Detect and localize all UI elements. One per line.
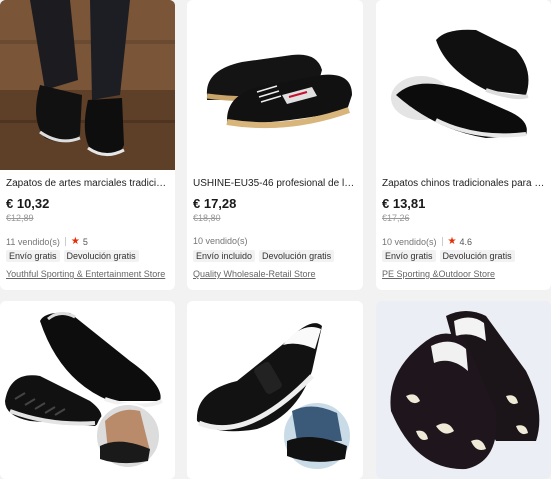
product-photo	[376, 301, 551, 479]
product-card[interactable]: Zapatos de artes marciales tradicionales…	[0, 0, 175, 290]
sales-rating-row: 10 vendido(s) ★ 4.6	[382, 236, 472, 247]
return-tag: Devolución gratis	[259, 250, 335, 262]
product-image[interactable]	[0, 301, 175, 479]
tag-row: Envío gratis Devolución gratis	[6, 250, 139, 262]
product-grid: Zapatos de artes marciales tradicionales…	[0, 0, 551, 479]
product-title[interactable]: USHINE-EU35-46 profesional de lona	[193, 178, 357, 190]
product-photo	[0, 0, 175, 170]
product-title[interactable]: Zapatos de artes marciales tradicionales	[6, 178, 169, 190]
product-original-price: €12,89	[6, 213, 34, 223]
product-image[interactable]	[187, 0, 363, 170]
product-image[interactable]	[0, 0, 175, 170]
store-link[interactable]: PE Sporting &Outdoor Store	[382, 269, 545, 279]
sales-rating-row: 10 vendido(s)	[193, 236, 248, 246]
product-card[interactable]	[187, 301, 363, 479]
store-link[interactable]: Quality Wholesale-Retail Store	[193, 269, 357, 279]
product-price: € 13,81	[382, 196, 426, 211]
star-icon: ★	[447, 236, 457, 247]
divider	[64, 237, 66, 246]
sales-rating-row: 11 vendido(s) ★ 5	[6, 236, 88, 247]
product-photo	[376, 0, 551, 170]
product-image[interactable]	[187, 301, 363, 479]
shipping-tag: Envío gratis	[382, 250, 436, 262]
product-original-price: €18,80	[193, 213, 221, 223]
tag-row: Envío incluido Devolución gratis	[193, 250, 335, 262]
product-card[interactable]	[0, 301, 175, 479]
product-photo	[187, 301, 363, 479]
shipping-tag: Envío incluido	[193, 250, 256, 262]
sold-count: 10 vendido(s)	[193, 236, 248, 246]
return-tag: Devolución gratis	[63, 250, 139, 262]
return-tag: Devolución gratis	[439, 250, 515, 262]
store-link[interactable]: Youthful Sporting & Entertainment Store	[6, 269, 169, 279]
product-photo	[0, 301, 175, 479]
tag-row: Envío gratis Devolución gratis	[382, 250, 515, 262]
shipping-tag: Envío gratis	[6, 250, 60, 262]
product-card[interactable]	[376, 301, 551, 479]
rating-value: 5	[82, 236, 88, 247]
product-card[interactable]: USHINE-EU35-46 profesional de lona € 17,…	[187, 0, 363, 290]
product-image[interactable]	[376, 0, 551, 170]
rating-value: 4.6	[459, 236, 473, 247]
sold-count: 10 vendido(s)	[382, 236, 437, 247]
product-price: € 10,32	[6, 196, 50, 211]
product-price: € 17,28	[193, 196, 237, 211]
product-title[interactable]: Zapatos chinos tradicionales para hombre	[382, 178, 545, 190]
divider	[441, 237, 443, 246]
product-photo	[187, 0, 363, 170]
sold-count: 11 vendido(s)	[6, 236, 60, 247]
star-icon: ★	[70, 236, 80, 247]
product-original-price: €17,26	[382, 213, 410, 223]
product-card[interactable]: Zapatos chinos tradicionales para hombre…	[376, 0, 551, 290]
product-image[interactable]	[376, 301, 551, 479]
